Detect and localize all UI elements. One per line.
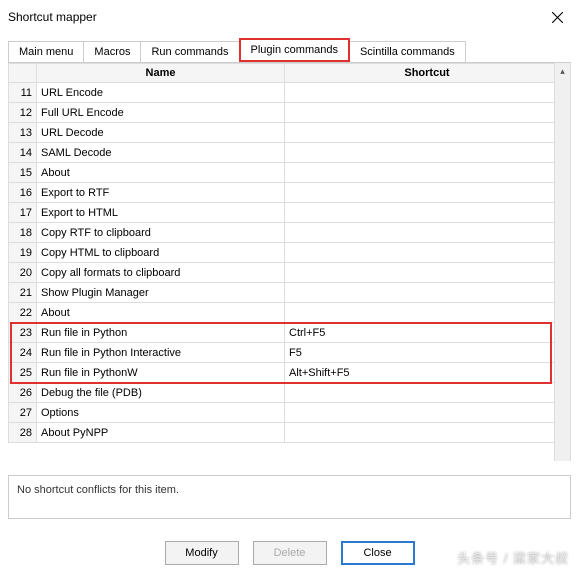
- table-row[interactable]: 12Full URL Encode: [9, 103, 570, 123]
- table-row[interactable]: 17Export to HTML: [9, 203, 570, 223]
- row-index: 20: [9, 263, 37, 283]
- tab-macros[interactable]: Macros: [83, 41, 141, 62]
- row-name: Options: [37, 403, 285, 423]
- vertical-scrollbar[interactable]: ▴: [554, 63, 570, 461]
- table-row[interactable]: 18Copy RTF to clipboard: [9, 223, 570, 243]
- window-title: Shortcut mapper: [8, 10, 97, 24]
- table-row[interactable]: 16Export to RTF: [9, 183, 570, 203]
- row-shortcut: Ctrl+F5: [285, 323, 570, 343]
- col-name-header[interactable]: Name: [37, 64, 285, 83]
- col-index-header[interactable]: [9, 64, 37, 83]
- col-shortcut-header[interactable]: Shortcut: [285, 64, 570, 83]
- row-index: 19: [9, 243, 37, 263]
- row-index: 17: [9, 203, 37, 223]
- row-shortcut: [285, 403, 570, 423]
- row-index: 18: [9, 223, 37, 243]
- row-index: 14: [9, 143, 37, 163]
- delete-button: Delete: [253, 541, 327, 565]
- row-name: Run file in PythonW: [37, 363, 285, 383]
- row-name: Copy RTF to clipboard: [37, 223, 285, 243]
- tab-plugin-commands[interactable]: Plugin commands: [239, 38, 350, 62]
- row-name: Copy all formats to clipboard: [37, 263, 285, 283]
- row-name: Full URL Encode: [37, 103, 285, 123]
- row-name: URL Encode: [37, 83, 285, 103]
- row-index: 11: [9, 83, 37, 103]
- table-row[interactable]: 14SAML Decode: [9, 143, 570, 163]
- row-index: 21: [9, 283, 37, 303]
- row-shortcut: [285, 123, 570, 143]
- row-shortcut: [285, 203, 570, 223]
- modify-button[interactable]: Modify: [165, 541, 239, 565]
- tab-bar: Main menuMacrosRun commandsPlugin comman…: [0, 32, 579, 62]
- row-name: Run file in Python: [37, 323, 285, 343]
- row-name: Show Plugin Manager: [37, 283, 285, 303]
- row-index: 16: [9, 183, 37, 203]
- row-name: Debug the file (PDB): [37, 383, 285, 403]
- row-name: About: [37, 303, 285, 323]
- row-index: 15: [9, 163, 37, 183]
- row-index: 13: [9, 123, 37, 143]
- row-name: URL Decode: [37, 123, 285, 143]
- table-row[interactable]: 28About PyNPP: [9, 423, 570, 443]
- row-index: 22: [9, 303, 37, 323]
- table-row[interactable]: 24Run file in Python InteractiveF5: [9, 343, 570, 363]
- row-name: About PyNPP: [37, 423, 285, 443]
- row-shortcut: Alt+Shift+F5: [285, 363, 570, 383]
- table-row[interactable]: 22About: [9, 303, 570, 323]
- row-name: SAML Decode: [37, 143, 285, 163]
- row-shortcut: [285, 163, 570, 183]
- table-row[interactable]: 25Run file in PythonWAlt+Shift+F5: [9, 363, 570, 383]
- row-shortcut: [285, 303, 570, 323]
- close-button[interactable]: Close: [341, 541, 415, 565]
- status-message: No shortcut conflicts for this item.: [8, 475, 571, 519]
- row-name: Run file in Python Interactive: [37, 343, 285, 363]
- table-row[interactable]: 19Copy HTML to clipboard: [9, 243, 570, 263]
- table-row[interactable]: 26Debug the file (PDB): [9, 383, 570, 403]
- row-index: 27: [9, 403, 37, 423]
- tab-main-menu[interactable]: Main menu: [8, 41, 84, 62]
- table-row[interactable]: 15About: [9, 163, 570, 183]
- table-row[interactable]: 21Show Plugin Manager: [9, 283, 570, 303]
- scroll-up-icon[interactable]: ▴: [555, 63, 570, 79]
- row-shortcut: [285, 423, 570, 443]
- row-index: 26: [9, 383, 37, 403]
- table-row[interactable]: 23Run file in PythonCtrl+F5: [9, 323, 570, 343]
- button-row: Modify Delete Close: [0, 541, 579, 565]
- row-shortcut: [285, 283, 570, 303]
- row-shortcut: [285, 103, 570, 123]
- row-name: Export to HTML: [37, 203, 285, 223]
- table-row[interactable]: 13URL Decode: [9, 123, 570, 143]
- tab-scintilla-commands[interactable]: Scintilla commands: [349, 41, 466, 62]
- row-index: 24: [9, 343, 37, 363]
- row-shortcut: [285, 83, 570, 103]
- row-shortcut: [285, 223, 570, 243]
- shortcut-grid: Name Shortcut 11URL Encode12Full URL Enc…: [8, 63, 571, 461]
- row-shortcut: [285, 383, 570, 403]
- row-shortcut: [285, 183, 570, 203]
- close-icon[interactable]: [543, 6, 571, 28]
- table-row[interactable]: 20Copy all formats to clipboard: [9, 263, 570, 283]
- row-index: 12: [9, 103, 37, 123]
- titlebar: Shortcut mapper: [0, 0, 579, 32]
- table-row[interactable]: 27Options: [9, 403, 570, 423]
- row-index: 23: [9, 323, 37, 343]
- row-index: 25: [9, 363, 37, 383]
- row-name: Copy HTML to clipboard: [37, 243, 285, 263]
- table-row[interactable]: 11URL Encode: [9, 83, 570, 103]
- row-shortcut: F5: [285, 343, 570, 363]
- row-shortcut: [285, 143, 570, 163]
- row-shortcut: [285, 263, 570, 283]
- row-name: Export to RTF: [37, 183, 285, 203]
- row-name: About: [37, 163, 285, 183]
- row-shortcut: [285, 243, 570, 263]
- row-index: 28: [9, 423, 37, 443]
- tab-run-commands[interactable]: Run commands: [140, 41, 239, 62]
